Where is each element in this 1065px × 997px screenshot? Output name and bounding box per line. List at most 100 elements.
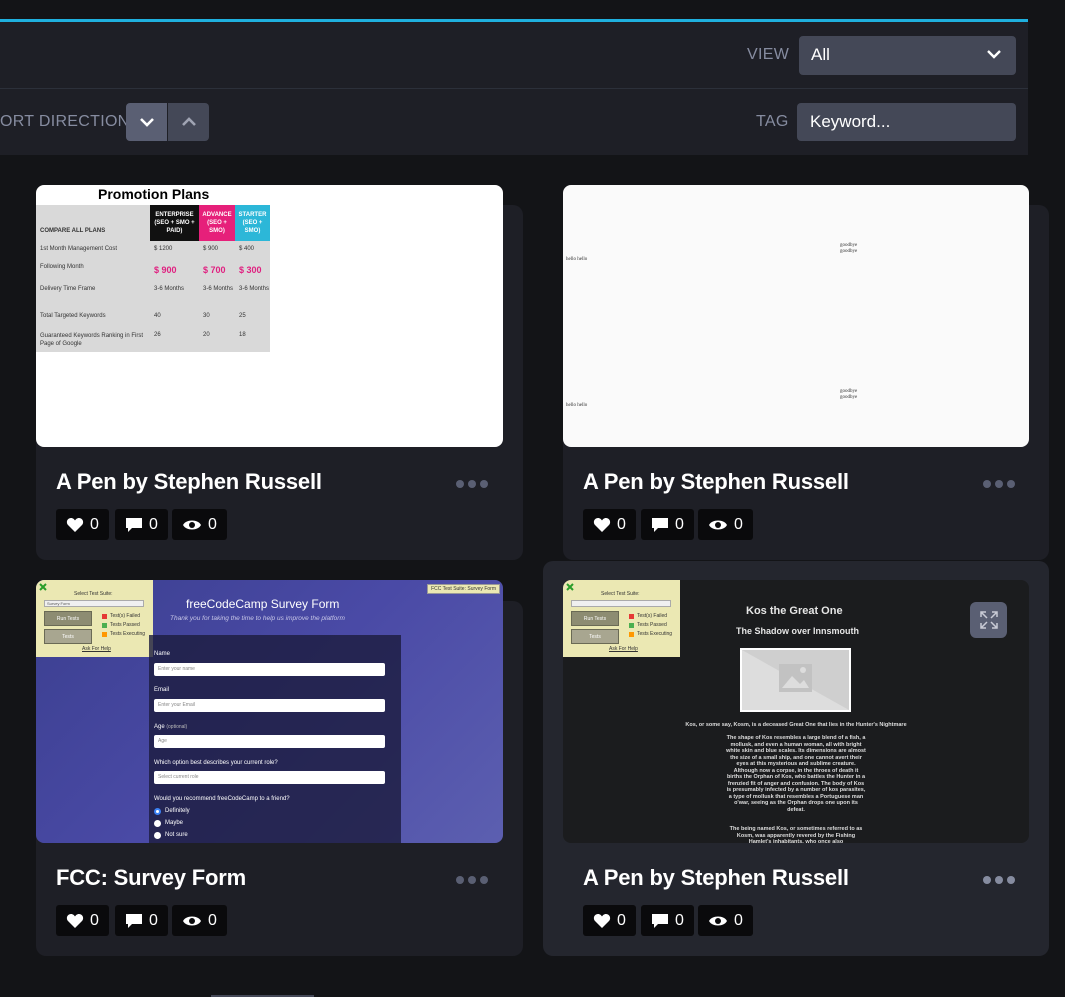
age-label-text: Age <box>154 724 165 730</box>
comment-icon <box>126 913 142 928</box>
view-count: 0 <box>734 911 743 929</box>
comment-icon <box>652 913 668 928</box>
legend-label: Test(s) Failed <box>110 613 141 619</box>
row-value: 25 <box>239 313 246 319</box>
tests-button: Tests <box>44 629 92 644</box>
sort-descending-button[interactable] <box>126 103 167 141</box>
more-options-button[interactable] <box>983 480 1017 490</box>
age-label: Age (optional) <box>154 724 187 730</box>
view-count: 0 <box>734 515 743 533</box>
eye-icon <box>709 916 727 925</box>
row-value: $ 900 <box>154 265 177 275</box>
pen-title[interactable]: A Pen by Stephen Russell <box>583 469 849 495</box>
preview-text: goodbye goodbye <box>840 389 858 400</box>
row-value: 40 <box>154 313 161 319</box>
comment-button[interactable]: 0 <box>641 509 694 540</box>
legend-label: Tests Passed <box>110 622 140 628</box>
survey-subheading: Thank you for taking the time to help us… <box>170 615 345 622</box>
more-options-button[interactable] <box>456 876 490 886</box>
name-input: Enter your name <box>154 663 385 676</box>
legend-label: Test(s) Failed <box>637 613 668 619</box>
legend-label: Tests Passed <box>637 622 667 628</box>
view-count: 0 <box>208 911 217 929</box>
row-value: $ 1200 <box>154 246 173 252</box>
row-label: Guaranteed Keywords Ranking in First Pag… <box>40 333 144 347</box>
suite-badge: FCC Test Suite: Survey Form <box>427 584 500 594</box>
image-placeholder <box>740 648 851 712</box>
row-label: 1st Month Management Cost <box>40 246 118 252</box>
plan-header: ENTERPRISE (SEO + SMO + PAID) <box>150 205 199 241</box>
eye-icon <box>709 520 727 529</box>
like-count: 0 <box>617 515 626 533</box>
legend-label: Tests Executing <box>637 631 673 637</box>
plan-header: ADVANCE (SEO + SMO) <box>199 205 235 241</box>
kos-intro: Kos, or some say, Kosm, is a deceased Gr… <box>685 722 907 728</box>
comment-button[interactable]: 0 <box>115 905 168 936</box>
suite-label: Select Test Suite: <box>74 591 113 597</box>
views-stat[interactable]: 0 <box>172 905 227 936</box>
recommend-question: Would you recommend freeCodeCamp to a fr… <box>154 796 290 802</box>
more-options-button[interactable] <box>983 876 1017 886</box>
pricing-table: COMPARE ALL PLANS ENTERPRISE (SEO + SMO … <box>36 205 270 352</box>
row-label: Total Targeted Keywords <box>40 313 106 319</box>
comment-count: 0 <box>149 515 158 533</box>
views-stat[interactable]: 0 <box>698 509 753 540</box>
row-value: 30 <box>203 313 210 319</box>
row-label: Following Month <box>40 264 84 270</box>
sort-ascending-button[interactable] <box>168 103 209 141</box>
row-value: 3-6 Months <box>154 286 185 292</box>
views-stat[interactable]: 0 <box>172 509 227 540</box>
heart-icon <box>593 913 611 928</box>
age-optional-text: (optional) <box>166 724 188 730</box>
row-value: $ 300 <box>239 265 262 275</box>
tag-label: TAG <box>756 113 789 130</box>
toolbar-divider <box>0 88 1028 89</box>
compare-label: COMPARE ALL PLANS <box>40 228 106 234</box>
pen-grid-page: VIEW All ORT DIRECTION TAG Promotion Pla… <box>0 0 1065 997</box>
comment-count: 0 <box>675 515 684 533</box>
comment-button[interactable]: 0 <box>115 509 168 540</box>
like-count: 0 <box>90 515 99 533</box>
pen-title[interactable]: FCC: Survey Form <box>56 865 246 891</box>
row-value: 3-6 Months <box>239 286 270 292</box>
row-value: 26 <box>154 332 161 338</box>
more-options-button[interactable] <box>456 480 490 490</box>
radio-maybe <box>154 820 161 827</box>
eye-icon <box>183 916 201 925</box>
like-button[interactable]: 0 <box>56 905 109 936</box>
comment-count: 0 <box>149 911 158 929</box>
run-tests-button: Run Tests <box>571 611 619 626</box>
like-count: 0 <box>617 911 626 929</box>
row-value: 20 <box>203 332 210 338</box>
pen-title[interactable]: A Pen by Stephen Russell <box>583 865 849 891</box>
tag-keyword-input[interactable] <box>797 103 1016 141</box>
chevron-down-icon <box>987 50 1001 59</box>
run-tests-button: Run Tests <box>44 611 92 626</box>
heart-icon <box>593 517 611 532</box>
suite-select: Survey Form <box>44 600 144 607</box>
view-select[interactable]: All <box>799 36 1016 75</box>
pen-preview[interactable]: Select Test Suite: Survey Form Run Tests… <box>36 580 503 843</box>
like-button[interactable]: 0 <box>583 509 636 540</box>
views-stat[interactable]: 0 <box>698 905 753 936</box>
pen-preview[interactable]: hello hello goodbye goodbye hello hello … <box>563 185 1029 447</box>
test-suite-panel: Select Test Suite: Run Tests Tests Test(… <box>563 580 680 657</box>
pen-title[interactable]: A Pen by Stephen Russell <box>56 469 322 495</box>
pen-preview[interactable]: Promotion Plans COMPARE ALL PLANS ENTERP… <box>36 185 503 447</box>
sort-direction-label: ORT DIRECTION <box>0 113 130 130</box>
plan-header: STARTER (SEO + SMO) <box>235 205 270 241</box>
like-button[interactable]: 0 <box>56 509 109 540</box>
row-value: $ 700 <box>203 265 226 275</box>
comment-icon <box>652 517 668 532</box>
expand-icon <box>979 611 998 629</box>
eye-icon <box>183 520 201 529</box>
comment-icon <box>126 517 142 532</box>
help-link: Ask For Help <box>609 646 638 652</box>
view-count: 0 <box>208 515 217 533</box>
pen-preview[interactable]: Select Test Suite: Run Tests Tests Test(… <box>563 580 1029 843</box>
like-button[interactable]: 0 <box>583 905 636 936</box>
comment-button[interactable]: 0 <box>641 905 694 936</box>
option-label: Maybe <box>165 820 184 826</box>
expand-button[interactable] <box>970 602 1007 638</box>
row-label: Delivery Time Frame <box>40 286 96 292</box>
